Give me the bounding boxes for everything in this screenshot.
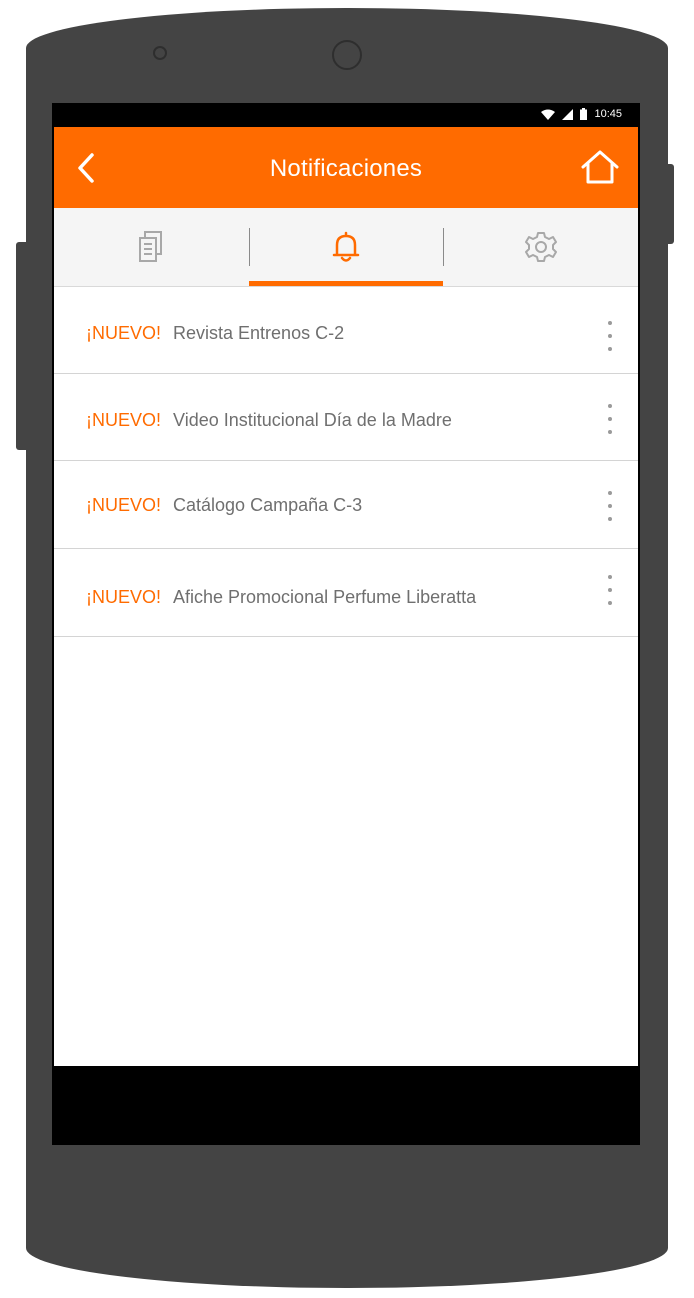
more-options-button[interactable]	[604, 404, 616, 438]
more-options-button[interactable]	[604, 321, 616, 355]
status-bar: 10:45	[52, 103, 640, 127]
tab-settings[interactable]	[444, 208, 638, 286]
notification-title: Afiche Promocional Perfume Liberatta	[173, 587, 477, 607]
phone-screen: 10:45 Notificaciones ¡NUEVO! Revista Ent…	[52, 103, 640, 1145]
new-badge: ¡NUEVO!	[86, 410, 162, 430]
status-time: 10:45	[594, 108, 622, 120]
volume-button	[16, 242, 30, 450]
more-options-button[interactable]	[604, 575, 616, 609]
bell-icon	[332, 231, 360, 262]
home-icon	[581, 150, 619, 184]
more-options-button[interactable]	[604, 491, 616, 525]
page-title: Notificaciones	[269, 155, 423, 182]
signal-icon	[562, 108, 574, 120]
power-button	[664, 164, 674, 244]
new-badge: ¡NUEVO!	[86, 495, 162, 515]
battery-icon	[580, 108, 588, 120]
notification-item[interactable]: ¡NUEVO! Video Institucional Día de la Mad…	[54, 374, 638, 461]
notification-item[interactable]: ¡NUEVO! Afiche Promocional Perfume Libera…	[54, 549, 638, 637]
new-badge: ¡NUEVO!	[86, 323, 162, 343]
app-bar: Notificaciones	[54, 127, 638, 208]
notification-list: ¡NUEVO! Revista Entrenos C-2 ¡NUEVO! Video…	[54, 287, 638, 1066]
notification-title: Revista Entrenos C-2	[173, 323, 345, 343]
notification-title: Catálogo Campaña C-3	[173, 495, 363, 515]
navigation-bar-area	[54, 1066, 638, 1143]
notification-item[interactable]: ¡NUEVO! Revista Entrenos C-2	[54, 287, 638, 374]
notification-title: Video Institucional Día de la Madre	[173, 410, 452, 430]
proximity-sensor	[153, 46, 167, 60]
wifi-icon	[541, 109, 556, 120]
tab-bar	[54, 208, 638, 287]
notification-item[interactable]: ¡NUEVO! Catálogo Campaña C-3	[54, 461, 638, 549]
active-tab-indicator	[249, 281, 443, 286]
home-button[interactable]	[580, 149, 620, 185]
front-camera	[332, 40, 362, 70]
documents-icon	[139, 231, 162, 262]
tab-notifications[interactable]	[249, 208, 443, 286]
gear-icon	[525, 232, 557, 262]
new-badge: ¡NUEVO!	[86, 587, 162, 607]
tab-documents[interactable]	[54, 208, 248, 286]
